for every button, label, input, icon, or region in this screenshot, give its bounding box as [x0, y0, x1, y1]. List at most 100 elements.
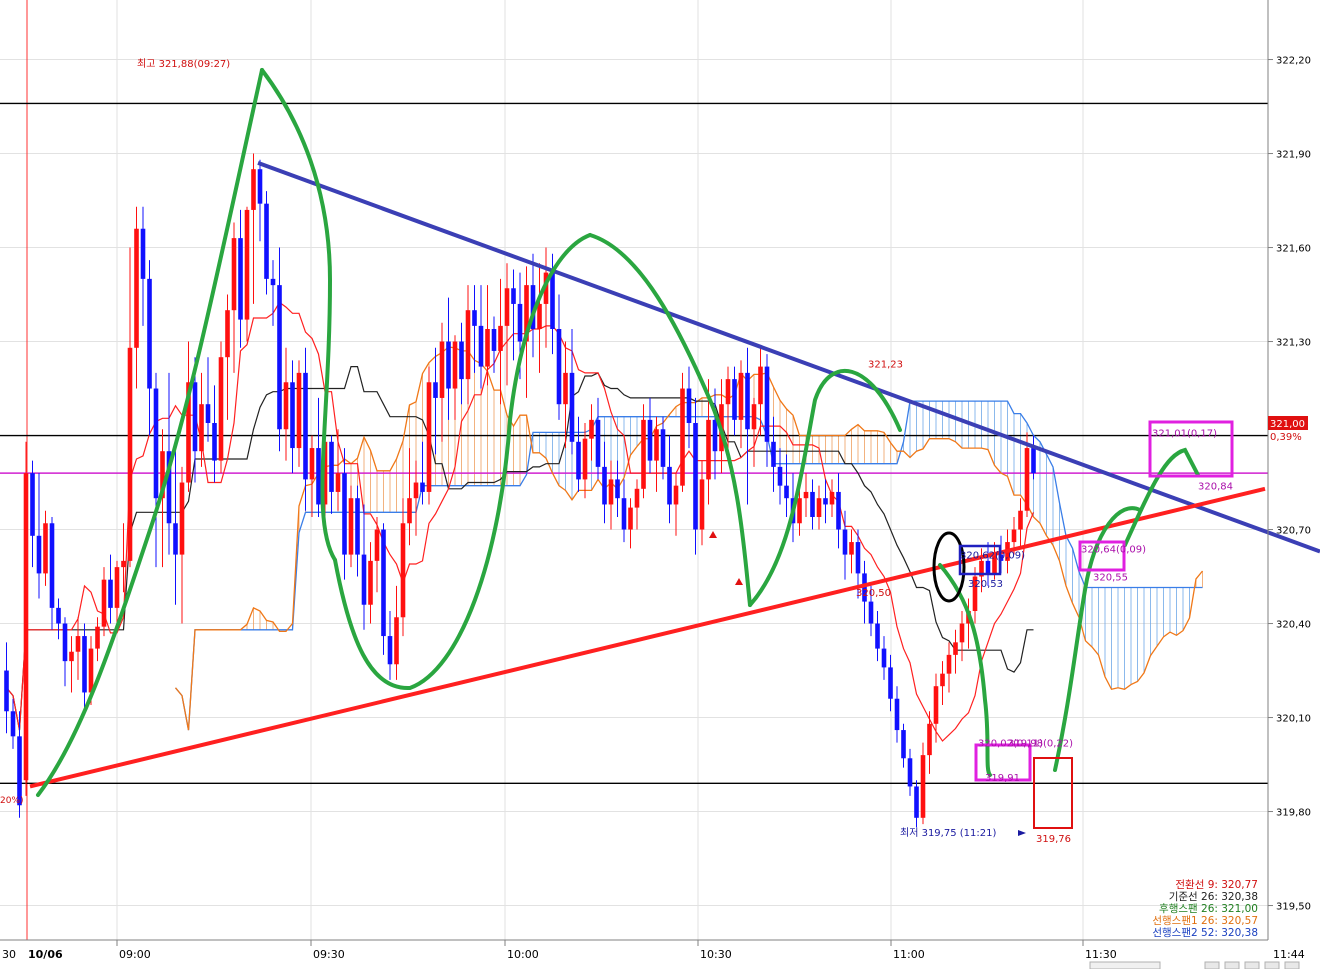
price-annotation: 321,01(0,17) [1152, 428, 1217, 439]
candle-body [56, 607, 61, 624]
date-label: 10/06 [28, 948, 63, 961]
y-tick-label: 322,20 [1276, 56, 1311, 67]
candle-body [134, 228, 139, 348]
candle-body [894, 698, 900, 731]
candle-body [199, 404, 204, 452]
candle-body [797, 498, 802, 524]
candle-body [823, 498, 828, 505]
current-change-label: 0,39% [1270, 432, 1302, 443]
candle-body [660, 429, 666, 467]
candle-body [777, 466, 783, 486]
candle-body [667, 466, 672, 505]
candle-body [446, 341, 451, 389]
candle-body [582, 438, 588, 480]
candle-body [257, 169, 263, 204]
candle-body [829, 491, 835, 505]
candle-body [394, 617, 399, 665]
x-tick-label: 10:00 [507, 948, 539, 961]
x-tick-label: 09:30 [313, 948, 345, 961]
candle-body [368, 560, 373, 605]
candle-body [426, 382, 432, 492]
candle-body [725, 379, 731, 405]
candle-body [244, 209, 250, 320]
candle-body [621, 498, 627, 530]
candle-body [745, 372, 750, 430]
candle-body [615, 479, 620, 499]
x-end-label: 11:44 [1273, 948, 1305, 961]
price-annotation: 320,62(0,09) [960, 551, 1025, 562]
candle-body [290, 382, 295, 449]
y-tick-label: 319,50 [1276, 902, 1311, 913]
candle-body [933, 686, 939, 724]
candle-body [277, 285, 282, 430]
candle-body [563, 372, 568, 405]
candle-body [62, 623, 68, 662]
candle-body [225, 310, 230, 358]
y-tick-label: 320,70 [1276, 526, 1311, 537]
candle-body [231, 238, 237, 311]
candle-body [413, 482, 419, 499]
candle-body [771, 441, 776, 467]
candle-body [296, 372, 302, 449]
legend-entry: 선행스팬1 26: 320,57 [1152, 915, 1258, 927]
x-tick-label: 09:00 [119, 948, 151, 961]
candle-body [888, 667, 893, 699]
candle-body [114, 567, 120, 608]
candle-body [30, 473, 35, 536]
candle-body [173, 523, 178, 555]
candle-body [517, 303, 523, 342]
y-tick-label: 319,80 [1276, 808, 1311, 819]
candle-body [699, 479, 705, 530]
candle-body [511, 288, 516, 304]
legend-entry: 후행스팬 26: 321,00 [1159, 903, 1258, 915]
candle-body [23, 473, 29, 781]
candle-body [712, 419, 718, 452]
candle-body [127, 347, 133, 561]
chart-canvas[interactable]: 321,23 320,50 320,62(0,09) 320,53 320,64(0,0… [0, 0, 1320, 970]
candle-body [140, 228, 146, 279]
candle-body [686, 388, 692, 423]
candle-body [706, 419, 711, 480]
price-annotation: 320,53 [968, 579, 1003, 590]
y-tick-label: 321,90 [1276, 150, 1311, 161]
candle-body [218, 357, 224, 461]
legend-entry: 전환선 9: 320,77 [1175, 879, 1258, 891]
candle-body [4, 670, 9, 712]
candle-body [927, 723, 932, 756]
candle-body [504, 288, 510, 326]
candle-body [1031, 448, 1036, 474]
legend-entry: 기준선 26: 320,38 [1169, 891, 1258, 903]
candle-body [1024, 448, 1030, 511]
x-tick-label: 11:30 [1085, 948, 1117, 961]
candle-body [95, 626, 100, 649]
candle-body [764, 366, 770, 442]
candle-body [608, 479, 614, 505]
candle-body [1011, 529, 1017, 543]
candle-body [49, 523, 55, 608]
candle-body [654, 429, 659, 461]
candle-body [920, 755, 926, 818]
candle-body [751, 404, 757, 430]
price-annotation: 319,91 [985, 773, 1020, 784]
candle-body [335, 473, 341, 492]
candle-body [868, 601, 874, 624]
candle-body [784, 485, 789, 499]
x-start-fragment: 30 [2, 948, 16, 961]
candle-body [459, 341, 464, 380]
candle-body [251, 169, 256, 210]
candle-body [348, 498, 354, 555]
candle-body [10, 711, 16, 737]
candle-body [17, 736, 22, 806]
price-annotation: 320,84 [1198, 482, 1233, 493]
candle-body [680, 388, 685, 486]
candle-body [959, 623, 965, 643]
current-price-label: 321,00 [1270, 419, 1305, 430]
candle-body [569, 372, 575, 442]
candle-body [738, 372, 744, 420]
candle-body [602, 466, 607, 505]
candle-body [855, 542, 861, 574]
candle-body [647, 419, 653, 461]
candle-body [121, 560, 126, 568]
candle-body [407, 498, 412, 524]
y-tick-label: 320,40 [1276, 620, 1311, 631]
